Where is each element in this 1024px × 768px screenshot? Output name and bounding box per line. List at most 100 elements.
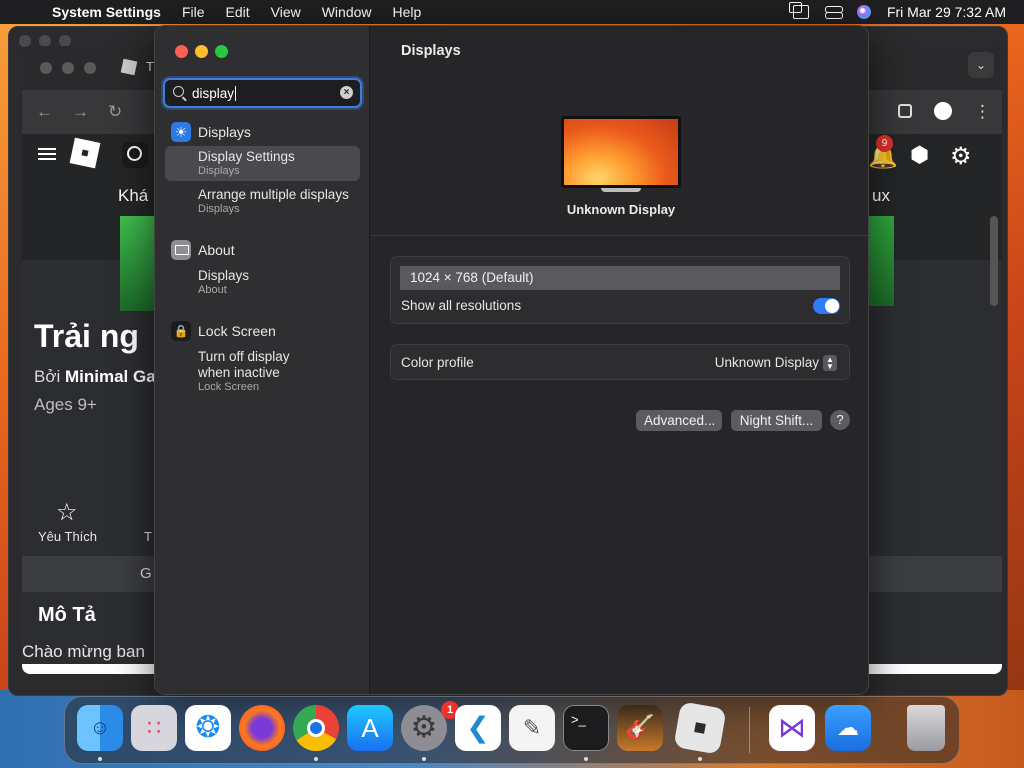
result-section-about[interactable]: About: [171, 240, 235, 260]
sidebar-panel-icon[interactable]: [898, 104, 912, 118]
chrome-icon[interactable]: [293, 705, 339, 751]
roblox-icon[interactable]: [673, 701, 727, 755]
app-store-icon[interactable]: A: [347, 705, 393, 751]
visual-studio-icon[interactable]: ⋈: [769, 705, 815, 751]
resolution-option-selected[interactable]: 1024 × 768 (Default): [400, 266, 840, 290]
color-profile-select[interactable]: Unknown Display: [715, 355, 819, 370]
help-button[interactable]: ?: [830, 410, 850, 430]
search-input-value[interactable]: display: [192, 86, 237, 101]
tab-search-dropdown-icon[interactable]: ⌄: [968, 52, 994, 78]
settings-gear-icon[interactable]: ⚙: [950, 142, 972, 171]
about-icon: [171, 240, 191, 260]
running-indicator: [314, 757, 318, 761]
result-title-line2: when inactive: [198, 365, 280, 380]
roblox-nav-tab[interactable]: Khá: [118, 186, 148, 206]
display-thumbnail[interactable]: [561, 116, 681, 188]
pane-title: Displays: [401, 43, 461, 59]
age-rating: Ages 9+: [34, 395, 97, 414]
result-subtitle: Lock Screen: [198, 381, 260, 393]
vscode-icon[interactable]: ❮: [455, 705, 501, 751]
zoom-window-icon[interactable]: [215, 45, 228, 58]
dock: ☺ ∷ ❂ A ⚙ 1 ❮ ✎ >_ 🎸 ⋈ ☁: [64, 696, 960, 764]
result-arrange-displays[interactable]: Arrange multiple displays Displays: [165, 184, 360, 219]
menu-file[interactable]: File: [182, 4, 205, 20]
roblox-nav-tab-robux[interactable]: ux: [872, 186, 890, 206]
hamburger-menu-icon[interactable]: [38, 148, 56, 160]
reload-icon[interactable]: ↻: [108, 102, 122, 122]
back-arrow-icon[interactable]: ←: [36, 102, 53, 122]
color-profile-group: Color profile Unknown Display ▲ ▼: [390, 344, 850, 380]
result-turn-off-display[interactable]: Turn off display when inactive Lock Scre…: [165, 346, 360, 397]
display-stand: [601, 188, 641, 192]
result-section-lock-screen[interactable]: Lock Screen: [171, 321, 276, 341]
second-action-label[interactable]: T: [144, 529, 152, 544]
display-name: Unknown Display: [566, 202, 676, 217]
settings-sidebar: display × Displays Display Settings Disp…: [155, 26, 370, 694]
favorite-star-icon[interactable]: ☆: [56, 498, 78, 527]
menu-view[interactable]: View: [271, 4, 301, 20]
profile-avatar-icon[interactable]: [934, 102, 952, 120]
roblox-logo-icon[interactable]: [69, 137, 101, 169]
menu-app-name[interactable]: System Settings: [52, 4, 161, 20]
more-menu-icon[interactable]: ⋮: [974, 102, 991, 122]
roblox-search-icon[interactable]: [122, 142, 148, 168]
result-subtitle: About: [198, 284, 227, 296]
browser-scrollbar[interactable]: [990, 216, 998, 306]
browser-zoom-icon[interactable]: [84, 62, 96, 74]
screen-mirroring-icon[interactable]: [788, 2, 809, 19]
advanced-button[interactable]: Advanced...: [636, 410, 722, 431]
finder-icon[interactable]: ☺: [77, 705, 123, 751]
game-tab-label[interactable]: G: [140, 565, 152, 582]
displays-icon: [171, 122, 191, 142]
show-all-resolutions-toggle[interactable]: [813, 298, 840, 314]
textedit-icon[interactable]: ✎: [509, 705, 555, 751]
clear-search-icon[interactable]: ×: [340, 86, 353, 99]
game-thumbnail-right[interactable]: [868, 216, 894, 306]
minimize-window-icon[interactable]: [195, 45, 208, 58]
browser-tab-title[interactable]: T: [146, 59, 154, 74]
running-indicator: [422, 757, 426, 761]
favorite-label[interactable]: Yêu Thích: [38, 529, 97, 544]
terminal-icon[interactable]: >_: [563, 705, 609, 751]
menu-bar: System Settings File Edit View Window He…: [0, 0, 1024, 64]
menu-edit[interactable]: Edit: [226, 4, 250, 20]
forward-arrow-icon[interactable]: →: [72, 102, 89, 122]
show-all-resolutions-label: Show all resolutions: [401, 298, 522, 313]
section-divider: [371, 235, 868, 236]
launchpad-icon[interactable]: ∷: [131, 705, 177, 751]
garageband-icon[interactable]: 🎸: [617, 705, 663, 751]
result-section-displays[interactable]: Displays: [171, 122, 251, 142]
running-indicator: [98, 757, 102, 761]
safari-icon[interactable]: ❂: [185, 705, 231, 751]
lock-icon: [171, 321, 191, 341]
result-display-settings[interactable]: Display Settings Displays: [165, 146, 360, 181]
text-caret: [235, 86, 237, 101]
browser-close-icon[interactable]: [40, 62, 52, 74]
settings-search-field[interactable]: display ×: [163, 78, 362, 108]
game-creator-link[interactable]: Minimal Ga: [65, 367, 156, 386]
night-shift-button[interactable]: Night Shift...: [731, 410, 822, 431]
system-settings-icon[interactable]: ⚙: [401, 705, 447, 751]
result-title: Displays: [198, 268, 250, 283]
select-stepper-icon[interactable]: ▲ ▼: [823, 355, 837, 371]
browser-minimize-icon[interactable]: [62, 62, 74, 74]
color-profile-label: Color profile: [401, 355, 474, 370]
notification-badge: 9: [876, 135, 893, 152]
dock-separator: [749, 707, 750, 753]
game-thumbnail[interactable]: [120, 216, 156, 311]
trash-icon[interactable]: [907, 705, 945, 751]
firefox-icon[interactable]: [239, 705, 285, 751]
menu-bar-clock[interactable]: Fri Mar 29 7:32 AM: [887, 4, 1006, 20]
close-window-icon[interactable]: [175, 45, 188, 58]
result-title: Display Settings: [198, 149, 295, 164]
menu-window[interactable]: Window: [322, 4, 372, 20]
weather-icon[interactable]: ☁: [825, 705, 871, 751]
result-title: Turn off display: [198, 349, 290, 364]
control-center-icon[interactable]: [824, 5, 843, 19]
menu-help[interactable]: Help: [393, 4, 422, 20]
siri-icon[interactable]: [856, 5, 871, 19]
robux-icon[interactable]: ⬢: [910, 142, 929, 168]
search-icon: [173, 86, 184, 97]
result-about-displays[interactable]: Displays About: [165, 265, 360, 300]
description-heading: Mô Tả: [38, 604, 96, 626]
